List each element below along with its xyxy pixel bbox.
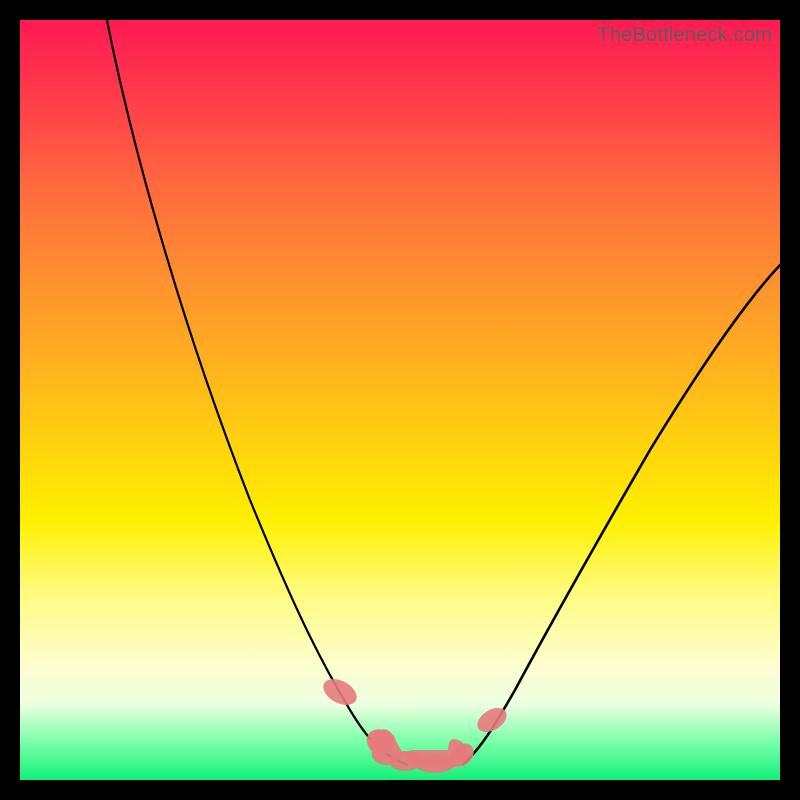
left-small-blob [319,674,361,710]
plot-area: TheBottleneck.com [20,20,780,780]
chart-svg [20,20,780,780]
trough-blob [362,724,479,773]
left-curve [105,20,408,765]
right-curve [462,260,780,765]
